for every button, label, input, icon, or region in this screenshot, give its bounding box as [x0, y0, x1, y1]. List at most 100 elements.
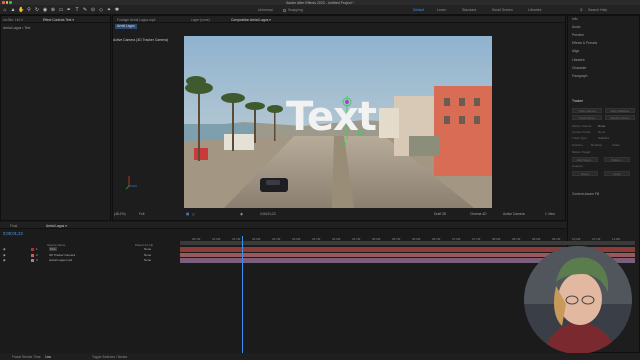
3d-text-layer[interactable]: Text: [286, 94, 377, 140]
zoom-tool-icon[interactable]: ⚲: [26, 7, 32, 13]
label-color-swatch[interactable]: [31, 253, 34, 257]
workspace-learn[interactable]: Learn: [437, 8, 446, 12]
layer-name[interactable]: Text: [49, 247, 57, 251]
universal-label: Universal: [258, 8, 273, 12]
tab-footage[interactable]: Footage Aerial Lagos.mp4: [117, 18, 156, 22]
position-checkbox[interactable]: Position: [572, 143, 583, 147]
draft-3d-toggle[interactable]: Draft 3D: [434, 212, 446, 216]
composition-viewer[interactable]: Text: [184, 36, 492, 208]
rotate-tool-icon[interactable]: ↻: [34, 7, 40, 13]
edit-target-button[interactable]: Edit Target...: [572, 157, 598, 162]
layer-name[interactable]: 3D Tracker Camera: [49, 253, 75, 257]
universal-toggle[interactable]: Universal: [258, 8, 273, 12]
eraser-tool-icon[interactable]: ◇: [98, 7, 104, 13]
playhead[interactable]: [241, 236, 243, 353]
label-color-swatch[interactable]: [31, 248, 34, 251]
stabilize-motion-button[interactable]: Stabilize Motion: [605, 115, 635, 120]
frame-render-value: 1ms: [45, 354, 52, 359]
timeline-current-time[interactable]: 0;00;01;23: [3, 231, 23, 236]
clone-stamp-tool-icon[interactable]: ⊙: [90, 7, 96, 13]
workspace-default[interactable]: Default: [413, 8, 424, 12]
selection-tool-icon[interactable]: ▲: [10, 7, 16, 13]
effect-controls-breadcrumb: Aerial Lagos • Text: [3, 26, 31, 30]
tab-effect-controls[interactable]: Effect Controls Text ≡: [43, 18, 74, 22]
tab-final[interactable]: Final: [10, 224, 17, 228]
motion-source-dropdown[interactable]: None: [598, 124, 605, 128]
snapping-checkbox[interactable]: [283, 8, 286, 12]
visibility-eye-icon[interactable]: ◉: [3, 253, 6, 257]
tools-toolbar: Universal Snapping Default Learn Standar…: [0, 5, 640, 15]
search-help-field[interactable]: Search Help: [588, 8, 628, 13]
warp-stabilizer-button[interactable]: Warp Stabilizer: [605, 108, 635, 113]
tab-layer[interactable]: Layer (none): [191, 18, 210, 22]
tab-composition[interactable]: Composition Aerial Lagos ≡: [231, 18, 271, 22]
comp-name-tab[interactable]: Aerial Lagos: [115, 24, 137, 29]
pen-tool-icon[interactable]: ✒: [66, 7, 72, 13]
rectangle-tool-icon[interactable]: ▭: [58, 7, 64, 13]
tab-aerial-lagos-timeline[interactable]: Aerial Lagos ≡: [46, 224, 67, 228]
snapshot-icon[interactable]: ◉: [240, 212, 243, 216]
camera-tool-icon[interactable]: ◉: [42, 7, 48, 13]
zoom-dropdown[interactable]: (48.2%): [114, 212, 126, 216]
resolution-dropdown[interactable]: Full: [139, 212, 144, 216]
mask-visibility-icon[interactable]: ◻: [192, 212, 195, 216]
reset-button[interactable]: Reset: [572, 171, 598, 176]
tracker-panel-title[interactable]: Tracker: [572, 99, 583, 103]
layer-row[interactable]: ◉ 1 Text None: [0, 247, 178, 252]
panel-preview[interactable]: Preview: [572, 33, 584, 37]
motion-target-label: Motion Target:: [572, 150, 591, 154]
parent-dropdown[interactable]: None: [144, 253, 151, 257]
layer-row[interactable]: ◉ 2 3D Tracker Camera None: [0, 253, 178, 258]
effect-controls-panel: ion Bin: Lit1 ≡ Effect Controls Text ≡ A…: [0, 15, 111, 221]
pan-behind-tool-icon[interactable]: ⊕: [50, 7, 56, 13]
type-tool-icon[interactable]: T: [74, 7, 80, 13]
status-bar: Frame Render Time: 1ms Toggle Switches /…: [0, 353, 640, 360]
panel-effects-presets[interactable]: Effects & Presets: [572, 41, 597, 45]
apply-button[interactable]: Apply: [604, 171, 630, 176]
analyze-label: Analyze:: [572, 164, 584, 168]
motion-source-label: Motion Source:: [572, 124, 593, 128]
panel-libraries[interactable]: Libraries: [572, 58, 585, 62]
current-track-dropdown[interactable]: None: [598, 130, 605, 134]
views-layout-dropdown[interactable]: 1 View: [545, 212, 555, 216]
label-color-swatch[interactable]: [31, 259, 34, 262]
content-aware-fill-panel[interactable]: Content-Aware Fill: [572, 192, 599, 196]
panel-paragraph[interactable]: Paragraph: [572, 74, 587, 78]
hand-tool-icon[interactable]: ✋: [18, 7, 24, 13]
visibility-eye-icon[interactable]: ◉: [3, 258, 6, 262]
track-motion-button[interactable]: Track Motion: [572, 115, 602, 120]
toggle-transparency-grid-icon[interactable]: ▦: [186, 212, 189, 216]
workspace-standard[interactable]: Standard: [462, 8, 476, 12]
track-type-label: Track Type:: [572, 136, 588, 140]
view-dropdown[interactable]: Active Camera: [503, 212, 525, 216]
panel-align[interactable]: Align: [572, 49, 579, 53]
search-icon[interactable]: ⚲: [580, 8, 583, 12]
presenter-webcam: [524, 246, 632, 354]
track-type-dropdown[interactable]: Stabilize: [598, 136, 609, 140]
comp-current-time[interactable]: 0;00;01;23: [260, 212, 276, 216]
tab-project-bin[interactable]: ion Bin: Lit1 ≡: [3, 18, 23, 22]
workspace-libraries[interactable]: Libraries: [528, 8, 541, 12]
visibility-eye-icon[interactable]: ◉: [3, 247, 6, 251]
toggle-switches-modes[interactable]: Toggle Switches / Modes: [92, 355, 127, 359]
current-track-label: Current Track:: [572, 130, 592, 134]
track-camera-button[interactable]: Track Camera: [572, 108, 602, 113]
panel-character[interactable]: Character: [572, 66, 586, 70]
options-button[interactable]: Options...: [604, 157, 630, 162]
parent-dropdown[interactable]: None: [144, 258, 151, 262]
layer-number: 2: [36, 252, 38, 257]
rotation-checkbox[interactable]: Rotation: [591, 143, 602, 147]
puppet-tool-icon[interactable]: ✱: [114, 7, 120, 13]
workspace-small-screen[interactable]: Small Screen: [492, 8, 513, 12]
layer-row[interactable]: ◉ 3 Aerial Lagos.mp4 None: [0, 258, 178, 263]
scale-checkbox[interactable]: Scale: [612, 143, 620, 147]
panel-audio[interactable]: Audio: [572, 25, 580, 29]
parent-dropdown[interactable]: None: [144, 247, 151, 251]
layer-name[interactable]: Aerial Lagos.mp4: [49, 258, 72, 262]
panel-info[interactable]: Info: [572, 17, 578, 21]
brush-tool-icon[interactable]: ✎: [82, 7, 88, 13]
roto-brush-tool-icon[interactable]: ✦: [106, 7, 112, 13]
axis-gizmo-icon: [125, 176, 137, 190]
home-icon[interactable]: ⌂: [2, 7, 8, 13]
renderer-dropdown[interactable]: Cinema 4D: [470, 212, 487, 216]
